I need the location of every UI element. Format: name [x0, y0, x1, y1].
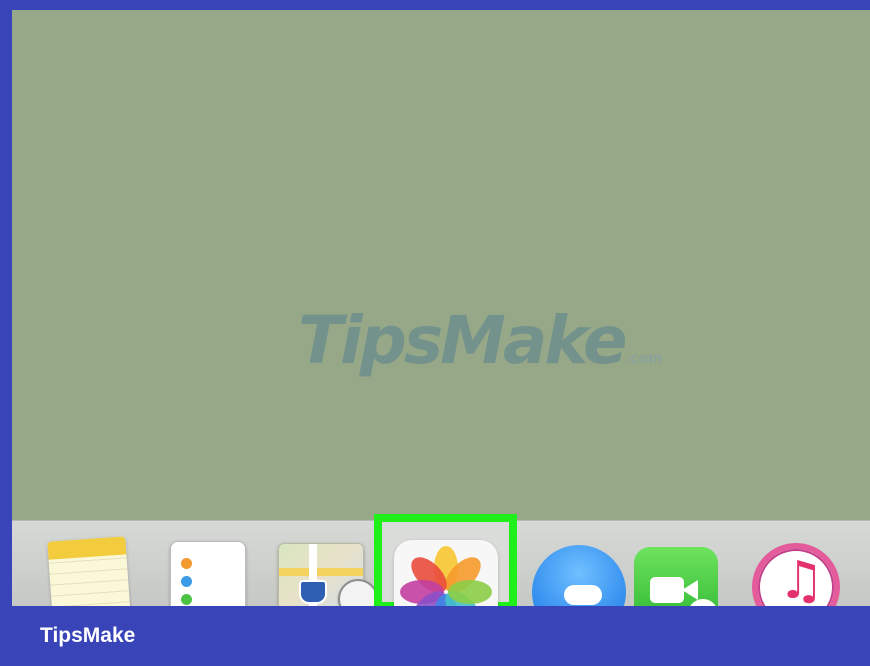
music-note-icon: ♫: [778, 551, 825, 607]
speech-bubble-icon: [564, 585, 602, 605]
notes-header-strip: [47, 536, 127, 560]
top-border: [0, 0, 870, 10]
itunes-icon[interactable]: ♫: [752, 543, 840, 607]
reminders-icon[interactable]: [170, 541, 246, 607]
camera-icon: [650, 577, 684, 603]
photos-icon[interactable]: [394, 540, 498, 614]
watermark-suffix: .com: [624, 351, 663, 367]
watermark-part-1: Tips: [298, 302, 443, 379]
compass-icon: [338, 579, 378, 607]
maps-road: [279, 568, 363, 576]
watermark-part-2: Make: [440, 302, 628, 379]
camera-lens-icon: [682, 580, 698, 600]
desktop-background: TipsMake.com: [12, 10, 870, 520]
footer-bar: TipsMake: [0, 606, 870, 666]
footer-brand: TipsMake: [40, 624, 136, 647]
reminder-dot-green: [181, 594, 192, 605]
photos-flower-icon: [400, 546, 492, 614]
reminder-dot-orange: [181, 558, 192, 569]
notes-icon[interactable]: [47, 536, 131, 607]
highway-shield-icon: [299, 580, 327, 604]
watermark: TipsMake.com: [298, 308, 663, 374]
reminder-dot-blue: [181, 576, 192, 587]
messages-icon[interactable]: [532, 545, 626, 607]
facetime-icon[interactable]: ✆: [634, 547, 718, 607]
